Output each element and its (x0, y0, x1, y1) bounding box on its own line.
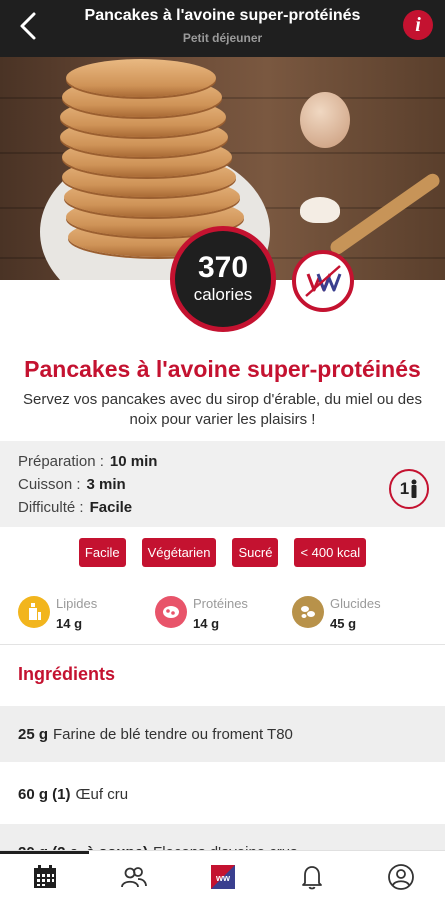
preparation-value: 10 min (109, 453, 158, 470)
calendar-icon (33, 865, 56, 888)
macro-lipides-name: Lipides (56, 596, 98, 611)
tab-profile[interactable] (356, 857, 445, 897)
tag-under-400-kcal[interactable]: < 400 kcal (294, 538, 367, 567)
tab-ww-home[interactable]: ww (178, 857, 267, 897)
ww-logo-icon: ww (210, 865, 235, 889)
recipe-description: Servez vos pancakes avec du sirop d'érab… (23, 391, 422, 428)
macro-glucides-value: 45 g (330, 616, 357, 631)
macro-lipides-value: 14 g (56, 616, 83, 631)
ingredient-row: 60 g (1) Œuf cru (0, 766, 445, 822)
preparation-row: Préparation : 10 min (18, 453, 157, 470)
macro-glucides-name: Glucides (330, 596, 381, 611)
header-subtitle: Petit déjeuner (182, 31, 263, 45)
header-title: Pancakes à l'avoine super-protéinés (84, 7, 361, 24)
info-icon: i (415, 13, 421, 36)
ingredients-title: Ingrédients (18, 664, 116, 684)
macro-proteines-value: 14 g (193, 616, 220, 631)
grain-icon (292, 596, 324, 628)
chevron-left-icon (20, 12, 36, 40)
profile-icon (387, 864, 414, 890)
recipe-title: Pancakes à l'avoine super-protéinés (24, 356, 421, 382)
ingredient-row: 25 g Farine de blé tendre ou froment T80 (0, 706, 445, 762)
info-button[interactable]: i (403, 10, 433, 40)
calories-label: calories (193, 285, 253, 304)
cuisson-row: Cuisson : 3 min (18, 476, 126, 493)
macros-row: Lipides 14 g Protéines 14 g Glucides 45 … (18, 594, 438, 634)
difficulte-value: Facile (89, 499, 133, 516)
tab-calendar[interactable] (0, 857, 89, 897)
tag-vegetarien[interactable]: Végétarien (141, 538, 217, 567)
ww-logo-icon (301, 259, 345, 303)
difficulte-row: Difficulté : Facile (18, 499, 132, 516)
difficulte-label: Difficulté : (18, 499, 84, 516)
tag-facile[interactable]: Facile (78, 538, 126, 567)
preparation-label: Préparation : (18, 453, 104, 470)
servings-button[interactable]: 1 (389, 469, 429, 509)
back-button[interactable] (12, 8, 44, 44)
tab-notifications[interactable] (267, 857, 356, 897)
macro-proteines-name: Protéines (193, 596, 248, 611)
top-bar: Pancakes à l'avoine super-protéinés Peti… (0, 0, 445, 57)
ingredient-name: Œuf cru (75, 785, 129, 803)
ingredient-qty: 60 g (1) (18, 785, 71, 803)
recipe-meta: Préparation : 10 min Cuisson : 3 min Diffi… (0, 441, 445, 527)
bottom-tab-bar: ww (0, 850, 445, 900)
ingredient-qty: 25 g (18, 725, 49, 743)
tab-community[interactable] (89, 857, 178, 897)
active-tab-indicator (0, 851, 89, 854)
calories-value: 370 (197, 251, 249, 284)
tag-sucre[interactable]: Sucré (232, 538, 279, 567)
svg-text:ww: ww (214, 873, 230, 883)
person-icon (411, 479, 417, 498)
calories-badge: 370 calories (170, 226, 276, 332)
community-icon (120, 867, 147, 888)
ingredient-name: Farine de blé tendre ou froment T80 (53, 725, 293, 743)
tag-list: Facile Végétarien Sucré < 400 kcal (0, 538, 445, 567)
cuisson-value: 3 min (86, 476, 126, 493)
divider (0, 644, 445, 645)
bell-icon (301, 866, 322, 890)
protein-icon (155, 596, 187, 628)
oil-bottle-icon (18, 596, 50, 628)
cuisson-label: Cuisson : (18, 476, 81, 493)
ww-logo-badge[interactable] (292, 250, 354, 312)
servings-count: 1 (399, 479, 410, 498)
